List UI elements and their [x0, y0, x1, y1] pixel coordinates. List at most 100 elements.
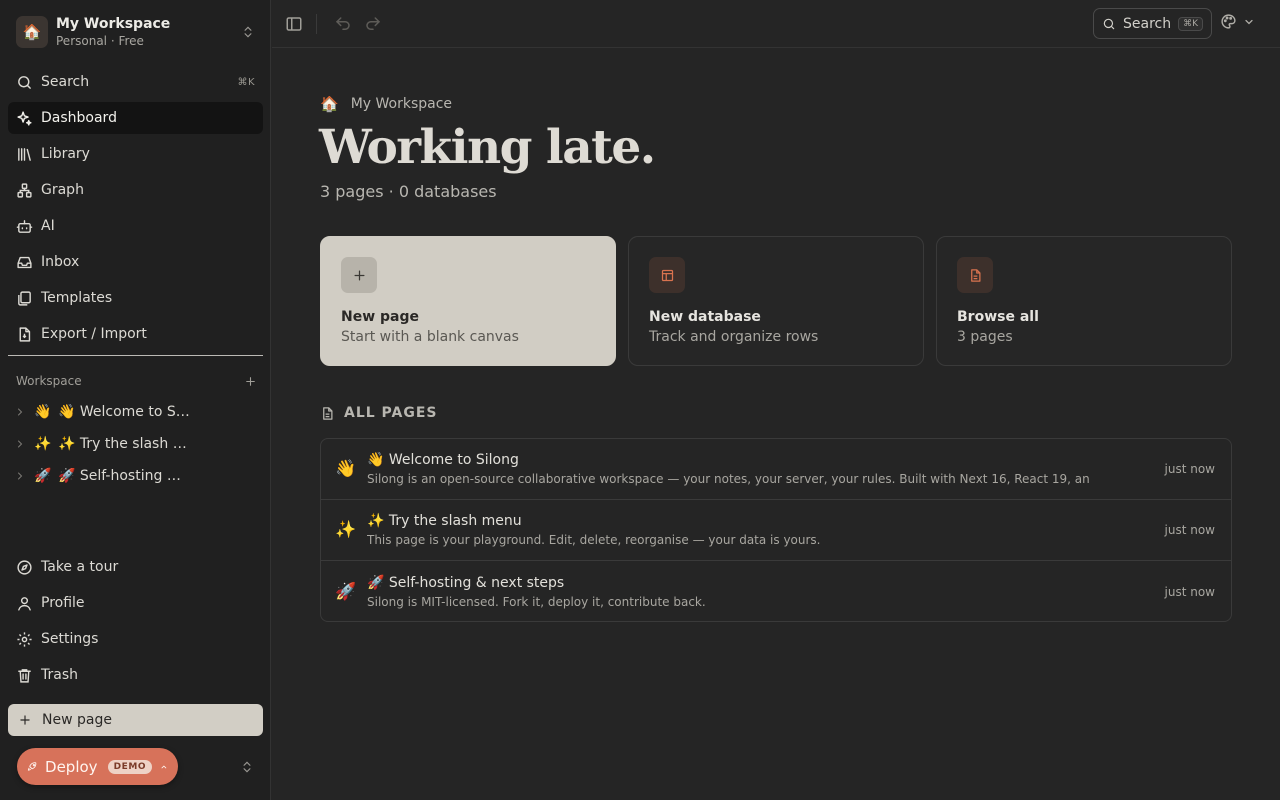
chevron-down-icon [1245, 19, 1253, 24]
tree-item[interactable]: 🚀 🚀 Self-hosting & next steps [8, 460, 263, 492]
page-title: 🚀 Self-hosting & next steps [367, 574, 565, 591]
page-timestamp: just now [1164, 462, 1215, 476]
chevrons-up-down-icon [244, 26, 252, 38]
sidebar-item-label: Profile [41, 595, 85, 611]
sidebar-item-graph[interactable]: Graph [8, 174, 263, 206]
page-row[interactable]: 👋 👋 Welcome to Silong Silong is an open-… [321, 439, 1231, 500]
sidebar-item-label: AI [41, 218, 55, 234]
sidebar-item-search[interactable]: Search ⌘K [8, 66, 263, 98]
sidebar-item-ai[interactable]: AI [8, 210, 263, 242]
plus-icon [20, 715, 30, 725]
redo-icon[interactable] [364, 15, 382, 33]
sidebar-item-templates[interactable]: Templates [8, 282, 263, 314]
sidebar-item-trash[interactable]: Trash [8, 659, 263, 691]
sidebar-item-label: Take a tour [41, 559, 119, 575]
sidebar-item-settings[interactable]: Settings [8, 623, 263, 655]
sidebar-nav: Search ⌘K Dashboard Library Graph AI Inb… [8, 66, 263, 354]
workspace-avatar: 🏠 [16, 16, 48, 48]
workspace-emoji: 🏠 [320, 95, 339, 113]
card-title: New database [649, 309, 761, 325]
toolbar-divider [316, 14, 317, 34]
page-emoji: ✨ [335, 520, 357, 540]
page-snippet: Silong is an open-source collaborative w… [367, 472, 1090, 486]
graph-icon [17, 182, 32, 198]
sidebar-item-export-import[interactable]: Export / Import [8, 318, 263, 350]
all-pages-heading: ALL PAGES [320, 405, 438, 421]
page-emoji: 👋 [34, 404, 52, 420]
workspace-section-label: Workspace [16, 374, 82, 388]
chevron-right-icon[interactable] [14, 438, 26, 450]
breadcrumb[interactable]: 🏠 My Workspace [320, 95, 452, 113]
gear-icon [17, 631, 32, 647]
sidebar-bottom-nav: Take a tour Profile Settings Trash [8, 551, 263, 695]
sidebar-item-inbox[interactable]: Inbox [8, 246, 263, 278]
chevrons-up-down-icon[interactable] [240, 760, 254, 774]
search-label: Search [1123, 15, 1172, 32]
deploy-label: Deploy [45, 757, 98, 776]
card-subtitle: 3 pages [957, 329, 1013, 345]
sidebar-item-label: Settings [41, 631, 99, 647]
sidebar-toggle-icon[interactable] [285, 15, 303, 33]
sidebar-item-label: Inbox [41, 254, 80, 270]
tree-item[interactable]: ✨ ✨ Try the slash menu [8, 428, 263, 460]
page-snippet: Silong is MIT-licensed. Fork it, deploy … [367, 594, 706, 609]
card-subtitle: Track and organize rows [649, 329, 819, 345]
workspace-stats: 3 pages · 0 databases [320, 182, 497, 201]
undo-icon[interactable] [334, 15, 352, 33]
sidebar-item-label: Export / Import [41, 326, 147, 342]
plus-icon[interactable] [244, 375, 257, 388]
browse-all-card[interactable]: Browse all 3 pages [936, 236, 1232, 366]
chevron-right-icon[interactable] [14, 470, 26, 482]
user-icon [18, 596, 31, 611]
card-title: Browse all [957, 309, 1039, 325]
rocket-icon [27, 762, 37, 771]
top-bar: Search ⌘K [272, 0, 1280, 48]
page-timestamp: just now [1164, 523, 1215, 537]
sidebar-item-take-a-tour[interactable]: Take a tour [8, 551, 263, 583]
all-pages-list: 👋 👋 Welcome to Silong Silong is an open-… [320, 438, 1232, 622]
theme-button[interactable] [1220, 13, 1255, 30]
page-emoji: ✨ [34, 436, 52, 452]
page-row[interactable]: 🚀 🚀 Self-hosting & next steps Silong is … [321, 561, 1231, 621]
library-icon [18, 147, 31, 161]
search-shortcut: ⌘K [1178, 16, 1203, 31]
tree-item-title: ✨ Try the slash menu [58, 436, 190, 452]
page-emoji: 🚀 [34, 468, 52, 484]
page-title: ✨ Try the slash menu [367, 513, 522, 529]
sidebar: 🏠 My Workspace Personal · Free Search ⌘K… [0, 0, 271, 800]
deploy-button[interactable]: Deploy DEMO [17, 748, 178, 785]
tree-item-title: 👋 Welcome to Silong [58, 404, 190, 420]
tree-item[interactable]: 👋 👋 Welcome to Silong [8, 396, 263, 428]
sidebar-item-label: Library [41, 146, 90, 162]
new-page-card[interactable]: New page Start with a blank canvas [320, 236, 616, 366]
workspace-section-header: Workspace [16, 370, 263, 392]
plus-icon [341, 257, 377, 293]
bot-icon [16, 219, 33, 233]
demo-badge: DEMO [107, 759, 153, 774]
sidebar-item-label: Search [41, 74, 90, 90]
tree-item-title: 🚀 Self-hosting & next steps [58, 468, 190, 484]
compass-icon [17, 559, 32, 575]
sidebar-item-library[interactable]: Library [8, 138, 263, 170]
sidebar-item-dashboard[interactable]: Dashboard [8, 102, 263, 134]
page-title: Working late. [319, 120, 656, 175]
table-icon [649, 257, 685, 293]
page-title: 👋 Welcome to Silong [367, 452, 519, 468]
export-icon [19, 326, 31, 342]
document-icon [323, 406, 333, 420]
palette-icon [1221, 14, 1236, 29]
page-tree: 👋 👋 Welcome to Silong ✨ ✨ Try the slash … [8, 396, 263, 492]
new-database-card[interactable]: New database Track and organize rows [628, 236, 924, 366]
page-row[interactable]: ✨ ✨ Try the slash menu This page is your… [321, 500, 1231, 561]
sidebar-item-label: Graph [41, 182, 84, 198]
workspace-switcher[interactable]: 🏠 My Workspace Personal · Free [8, 8, 263, 56]
page-snippet: This page is your playground. Edit, dele… [367, 533, 821, 547]
page-emoji: 👋 [335, 459, 357, 479]
all-pages-label: ALL PAGES [344, 405, 438, 421]
topbar-search-button[interactable]: Search ⌘K [1093, 8, 1212, 39]
card-title: New page [341, 309, 420, 325]
sidebar-new-page-button[interactable]: New page [8, 704, 263, 736]
sidebar-item-profile[interactable]: Profile [8, 587, 263, 619]
search-shortcut: ⌘K [237, 76, 255, 88]
chevron-right-icon[interactable] [14, 406, 26, 418]
